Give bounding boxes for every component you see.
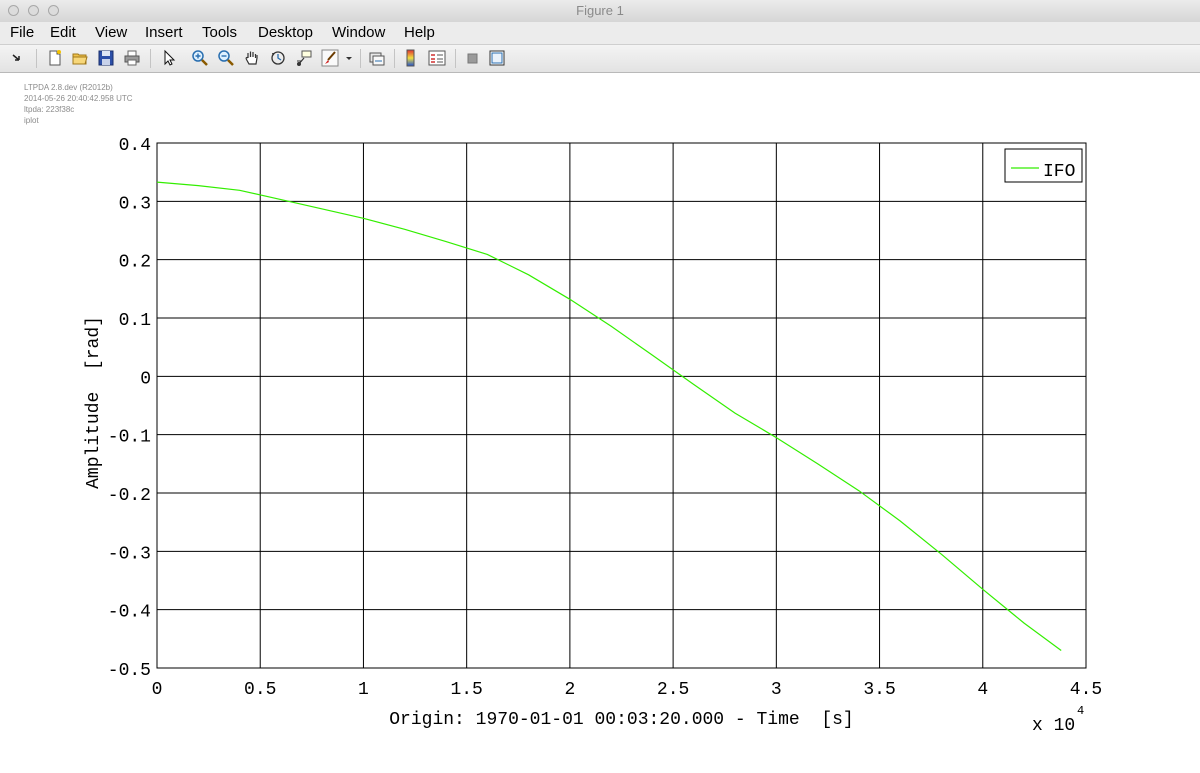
x-tick-label: 2: [564, 680, 575, 700]
x-axis-exponent-power: 4: [1077, 704, 1084, 718]
y-tick-label: 0.2: [119, 253, 151, 273]
y-tick-label: -0.5: [108, 661, 151, 681]
legend[interactable]: IFO: [1004, 148, 1083, 183]
x-tick-label: 2.5: [657, 680, 689, 700]
x-tick-label: 1: [358, 680, 369, 700]
x-tick-label: 3.5: [863, 680, 895, 700]
x-tick-label: 4: [977, 680, 988, 700]
y-tick-label: 0.3: [119, 194, 151, 214]
series-line-ifo: [156, 181, 1062, 651]
grid-lines: [156, 142, 1087, 669]
axes-box[interactable]: [156, 142, 1087, 669]
x-tick-label: 0.5: [244, 680, 276, 700]
y-tick-label: -0.2: [108, 486, 151, 506]
x-tick-label: 3: [771, 680, 782, 700]
x-tick-label: 0: [152, 680, 163, 700]
legend-label-ifo: IFO: [1043, 162, 1075, 182]
series-layer: [156, 181, 1062, 651]
y-tick-label: -0.1: [108, 428, 151, 448]
y-tick-label: 0: [140, 369, 151, 389]
y-tick-label: 0.1: [119, 311, 151, 331]
x-axis-exponent: x 10: [1032, 716, 1075, 736]
y-axis-ticks: 0.4 0.3 0.2 0.1 0 -0.1 -0.2 -0.3 -0.4 -0.5: [108, 136, 151, 681]
plot-canvas: 0 0.5 1 1.5 2 2.5 3 3.5 4 4.5 0.4 0.3 0.2 0.1 0 -0.1 -0…: [84, 136, 1103, 736]
x-tick-label: 1.5: [450, 680, 482, 700]
x-tick-label: 4.5: [1070, 680, 1102, 700]
x-axis-ticks: 0 0.5 1 1.5 2 2.5 3 3.5 4 4.5: [152, 680, 1103, 700]
y-tick-label: 0.4: [119, 136, 151, 156]
x-axis-label: Origin: 1970-01-01 00:03:20.000 - Time […: [389, 710, 853, 730]
y-tick-label: -0.4: [108, 603, 151, 623]
y-axis-label: Amplitude [rad]: [84, 316, 104, 489]
y-tick-label: -0.3: [108, 544, 151, 564]
